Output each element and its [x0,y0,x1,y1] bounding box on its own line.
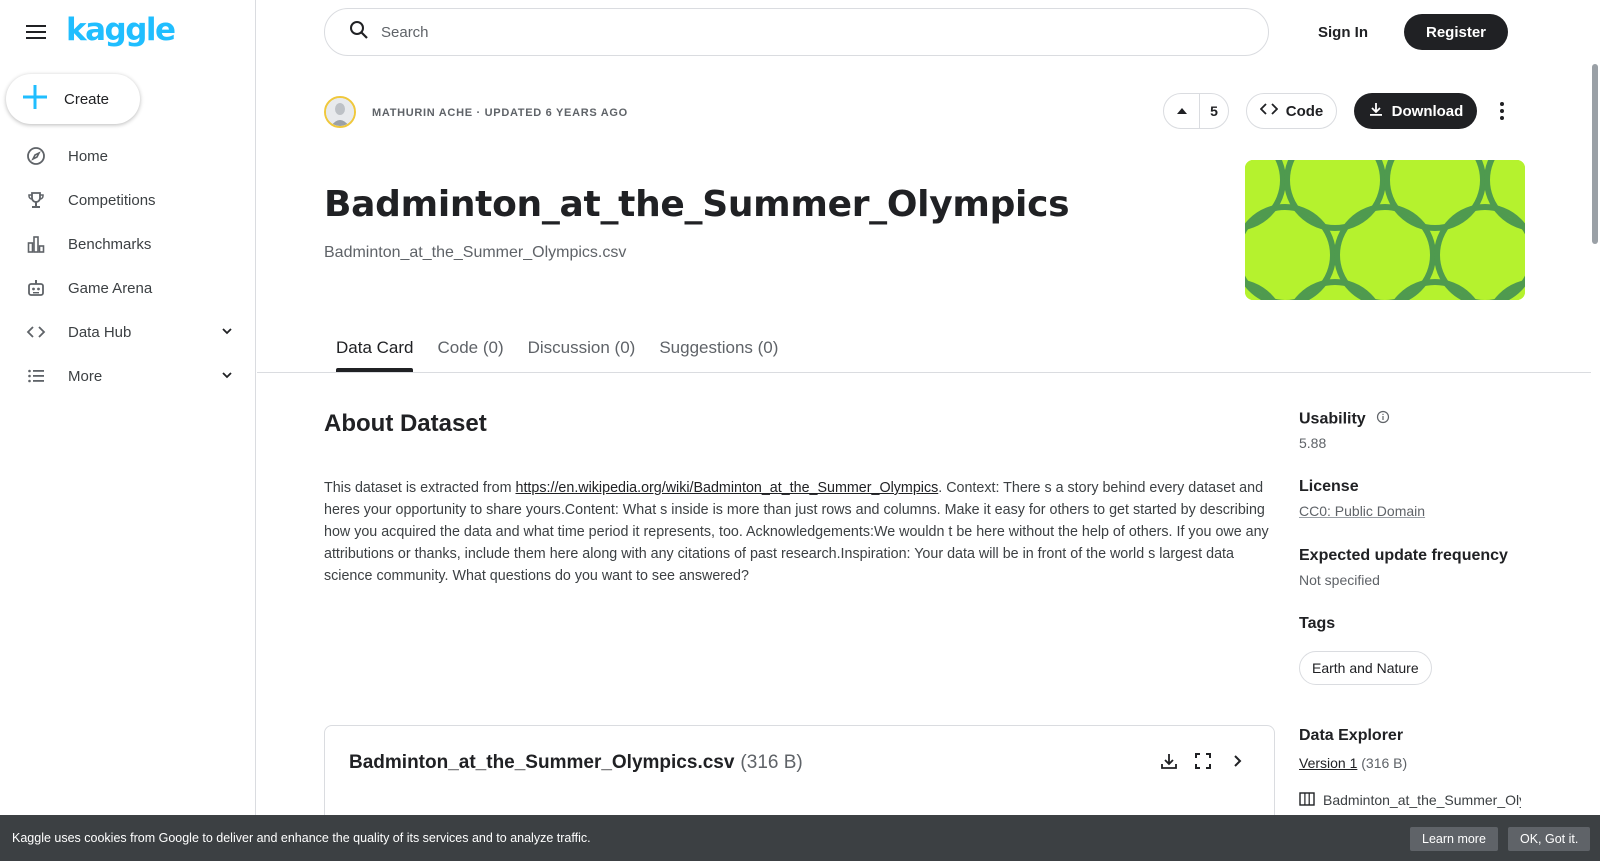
cookie-message: Kaggle uses cookies from Google to deliv… [12,831,591,845]
cookie-banner: Kaggle uses cookies from Google to deliv… [0,815,1600,861]
avatar[interactable] [324,96,356,128]
license-label: License [1299,478,1359,495]
more-options-icon[interactable] [1490,95,1514,127]
tab-code[interactable]: Code (0) [425,328,515,372]
sign-in-button[interactable]: Sign In [1298,14,1388,50]
page-title: Badminton_at_the_Summer_Olympics [324,184,1070,225]
about-description: This dataset is extracted from https://e… [324,477,1279,587]
sidebar-item-label: Benchmarks [68,235,152,253]
create-label: Create [64,90,110,108]
info-icon[interactable] [1376,410,1390,429]
compass-icon [24,144,48,168]
tab-discussion[interactable]: Discussion (0) [516,328,648,372]
tab-data-card[interactable]: Data Card [324,328,425,372]
upvote-arrow-icon[interactable] [1164,94,1200,128]
sidebar-item-home[interactable]: Home [0,134,256,178]
register-button[interactable]: Register [1404,14,1508,50]
download-icon[interactable] [1158,750,1180,772]
dataset-banner-image [1245,160,1525,300]
sidebar-item-more[interactable]: More [0,354,256,398]
page-subtitle: Badminton_at_the_Summer_Olympics.csv [324,244,627,261]
license-link[interactable]: CC0: Public Domain [1299,503,1425,519]
search-bar[interactable] [324,8,1269,56]
author-line[interactable]: MATHURIN ACHE · UPDATED 6 YEARS AGO [372,107,628,119]
sidebar: kaggle Create Home Competitions Benchmar… [0,0,256,861]
ok-got-it-button[interactable]: OK, Got it. [1508,827,1591,851]
file-name-row: Badminton_at_the_Summer_Olympics.csv (316… [349,752,803,774]
table-icon [1299,791,1315,809]
create-button[interactable]: Create [6,74,140,124]
sidebar-item-label: Data Hub [68,323,132,341]
code-button[interactable]: Code [1246,93,1337,129]
wikipedia-link[interactable]: https://en.wikipedia.org/wiki/Badminton_… [516,480,939,496]
chevron-right-icon[interactable] [1226,750,1248,772]
code-brackets-icon [24,320,48,344]
tab-suggestions[interactable]: Suggestions (0) [647,328,790,372]
file-size: (316 B) [740,752,803,773]
tag-chip[interactable]: Earth and Nature [1299,651,1432,685]
vote-count: 5 [1210,103,1218,119]
learn-more-button[interactable]: Learn more [1410,827,1498,851]
sidebar-item-label: Home [68,147,109,165]
sidebar-item-label: More [68,367,103,385]
description-text: This dataset is extracted from [324,480,516,496]
version-row: Version 1 (316 B) [1299,755,1407,771]
sidebar-item-label: Competitions [68,191,156,209]
file-name: Badminton_at_the_Summer_Olympics.csv [349,752,735,773]
explorer-file-item[interactable]: Badminton_at_the_Summer_Olympics.csv [1299,788,1521,812]
explorer-file-name: Badminton_at_the_Summer_Olympics.csv [1323,792,1521,808]
download-button[interactable]: Download [1354,93,1477,129]
trophy-icon [24,188,48,212]
search-icon [349,20,369,45]
kaggle-logo[interactable]: kaggle [66,12,176,48]
version-size: (316 B) [1361,755,1408,771]
scrollbar[interactable] [1592,64,1598,244]
download-icon [1368,101,1384,121]
list-icon [24,364,48,388]
robot-icon [24,276,48,300]
data-explorer-label: Data Explorer [1299,727,1404,744]
plus-icon [22,84,48,115]
bar-chart-icon [24,232,48,256]
code-button-label: Code [1285,102,1324,120]
upvote-control[interactable]: 5 [1163,93,1229,129]
tabs-divider [257,372,1591,373]
update-frequency-label: Expected update frequency [1299,547,1508,564]
search-input[interactable] [381,23,1181,41]
usability-value: 5.88 [1299,435,1327,451]
fullscreen-icon[interactable] [1192,750,1214,772]
about-heading: About Dataset [324,410,487,437]
sidebar-item-data-hub[interactable]: Data Hub [0,310,256,354]
dataset-tabs: Data Card Code (0) Discussion (0) Sugges… [324,328,790,372]
hamburger-menu-icon[interactable] [22,20,50,44]
download-button-label: Download [1391,102,1464,120]
usability-label: Usability [1299,410,1390,429]
chevron-down-icon[interactable] [220,368,234,387]
version-link[interactable]: Version 1 [1299,755,1357,771]
code-brackets-icon [1259,102,1279,120]
sidebar-item-competitions[interactable]: Competitions [0,178,256,222]
sidebar-item-benchmarks[interactable]: Benchmarks [0,222,256,266]
update-frequency-value: Not specified [1299,572,1380,588]
tags-label: Tags [1299,615,1336,632]
sidebar-item-label: Game Arena [68,279,153,297]
sidebar-item-game-arena[interactable]: Game Arena [0,266,256,310]
chevron-down-icon[interactable] [220,324,234,343]
